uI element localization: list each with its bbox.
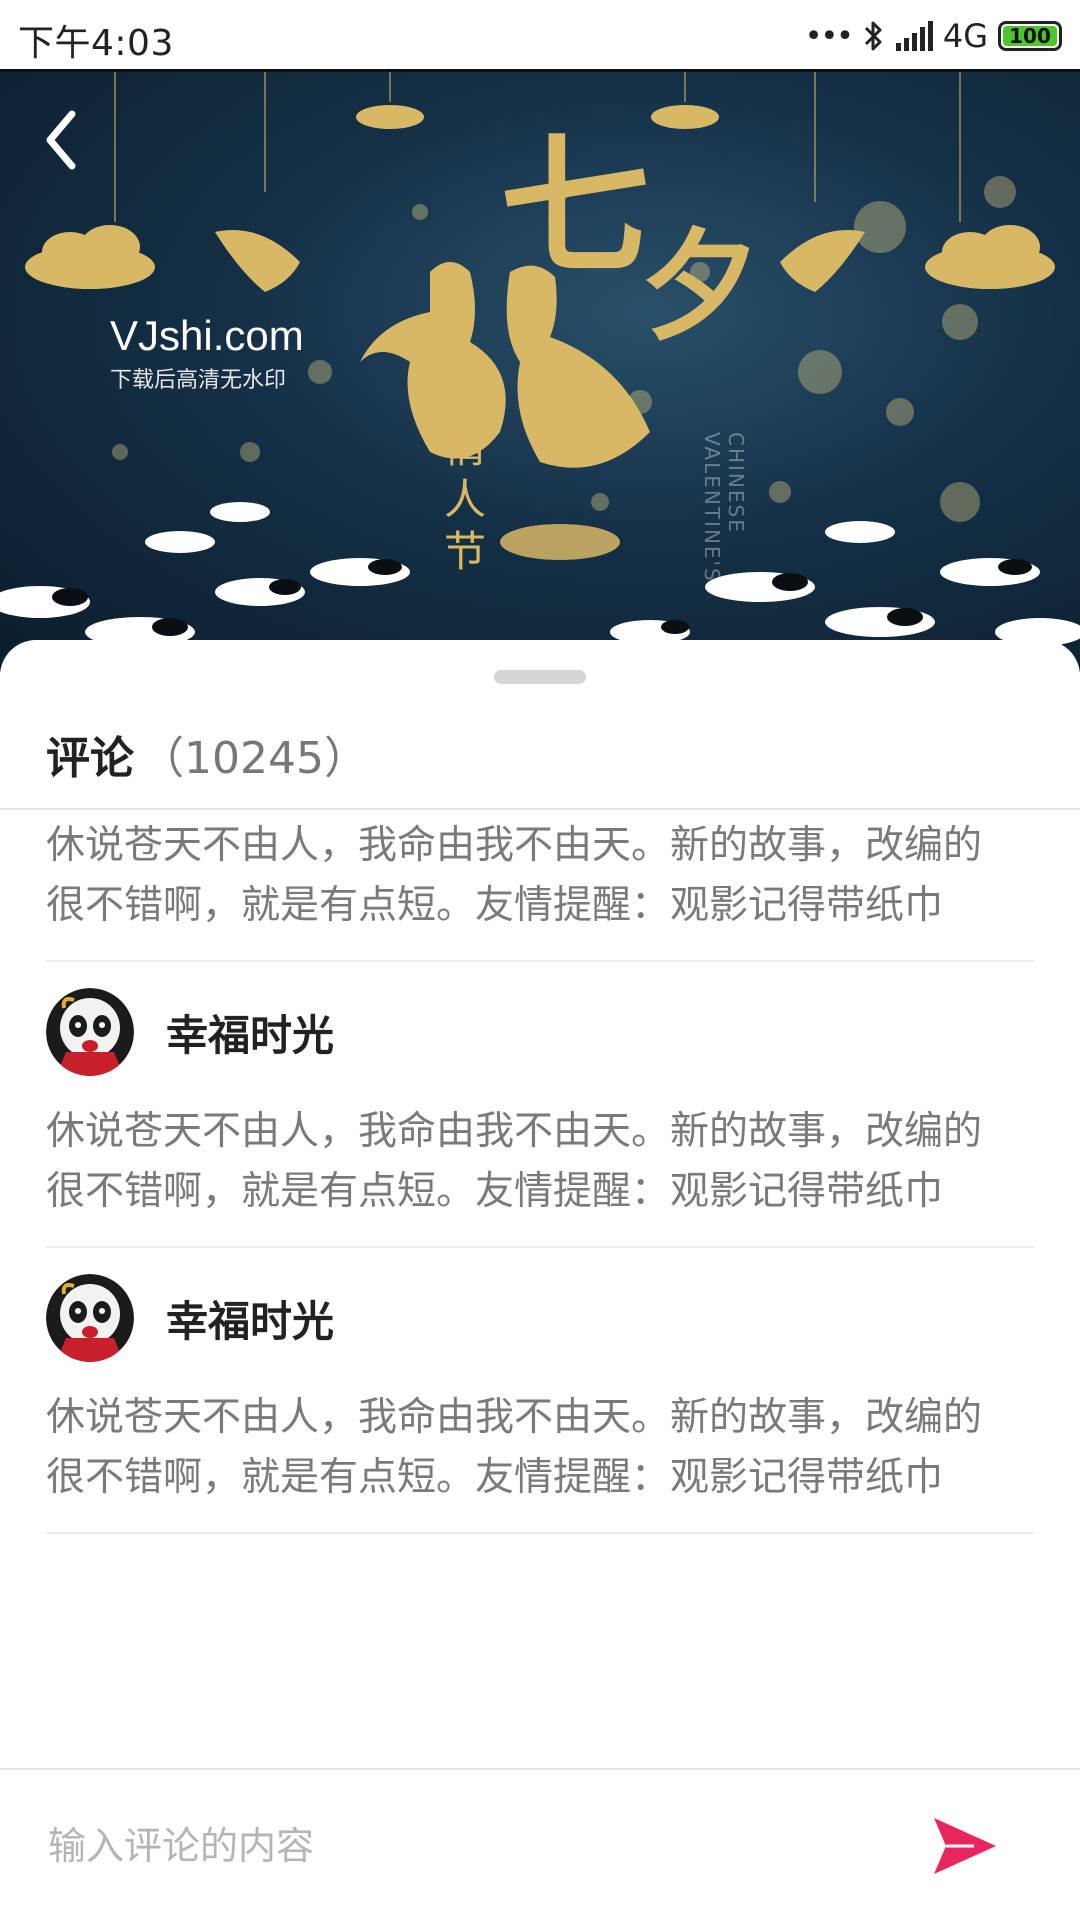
comment-text: 休说苍天不由人，我命由我不由天。新的故事，改编的很不错啊，就是有点短。友情提醒：… [46,1395,983,1500]
watermark: VJshi.com 下载后高清无水印 [110,312,304,394]
back-button[interactable] [40,108,104,180]
battery-level: 100 [1009,24,1051,48]
hero-subtitle: 情人节 [443,423,486,576]
comment-input-bar [0,1768,1080,1920]
hero-title-char-2: 夕 [640,216,760,357]
signal-icon [895,21,933,51]
send-icon [934,1818,996,1874]
comment-header: 评论 （10245） [46,722,368,786]
avatar[interactable] [46,988,134,1076]
list-item: 幸福时光 休说苍天不由人，我命由我不由天。新的故事，改编的很不错啊，就是有点短。… [46,986,1034,1248]
hero-title: 七 夕 [500,132,760,347]
comment-list[interactable]: 休说苍天不由人，我命由我不由天。新的故事，改编的很不错啊，就是有点短。友情提醒：… [46,810,1034,1810]
battery-icon: 100 [998,21,1062,51]
comment-author: 幸福时光 [46,1272,1034,1364]
drag-handle[interactable] [494,670,586,684]
bluetooth-icon [864,21,882,51]
screen: 下午4:03 ••• 4G 100 VJshi.com 下载后高清无水印 七 夕… [0,0,1080,1920]
comment-sheet: 评论 （10245） 休说苍天不由人，我命由我不由天。新的故事，改编的很不错啊，… [0,640,1080,1920]
watermark-brand: VJshi.com [110,312,304,359]
list-item: 幸福时光 休说苍天不由人，我命由我不由天。新的故事，改编的很不错啊，就是有点短。… [46,1272,1034,1534]
status-bar: 下午4:03 ••• 4G 100 [0,0,1080,72]
comment-input[interactable] [46,1800,890,1892]
comment-title: 评论 [46,733,134,784]
username: 幸福时光 [166,1010,335,1060]
hero-title-char-1: 七 [500,119,651,295]
status-icons: ••• 4G 100 [805,16,1062,56]
comment-text: 休说苍天不由人，我命由我不由天。新的故事，改编的很不错啊，就是有点短。友情提醒：… [46,1109,983,1214]
send-button[interactable] [930,1814,1000,1878]
hero-banner: VJshi.com 下载后高清无水印 七 夕 情人节 CHINESE VALEN… [0,72,1080,672]
hero-english-caption: CHINESE VALENTINE'S [700,432,748,583]
status-time: 下午4:03 [18,23,174,64]
comment-text: 休说苍天不由人，我命由我不由天。新的故事，改编的很不错啊，就是有点短。友情提醒：… [46,823,983,928]
avatar[interactable] [46,1274,134,1362]
chevron-left-icon [46,110,76,170]
network-type: 4G [942,17,988,55]
watermark-note: 下载后高清无水印 [110,368,287,393]
username: 幸福时光 [166,1296,335,1346]
more-dots-icon: ••• [804,18,854,54]
list-item: 休说苍天不由人，我命由我不由天。新的故事，改编的很不错啊，就是有点短。友情提醒：… [46,810,1034,962]
panda-avatar-icon [46,1274,134,1362]
comment-count: （10245） [140,733,368,784]
panda-avatar-icon [46,988,134,1076]
comment-author: 幸福时光 [46,986,1034,1078]
